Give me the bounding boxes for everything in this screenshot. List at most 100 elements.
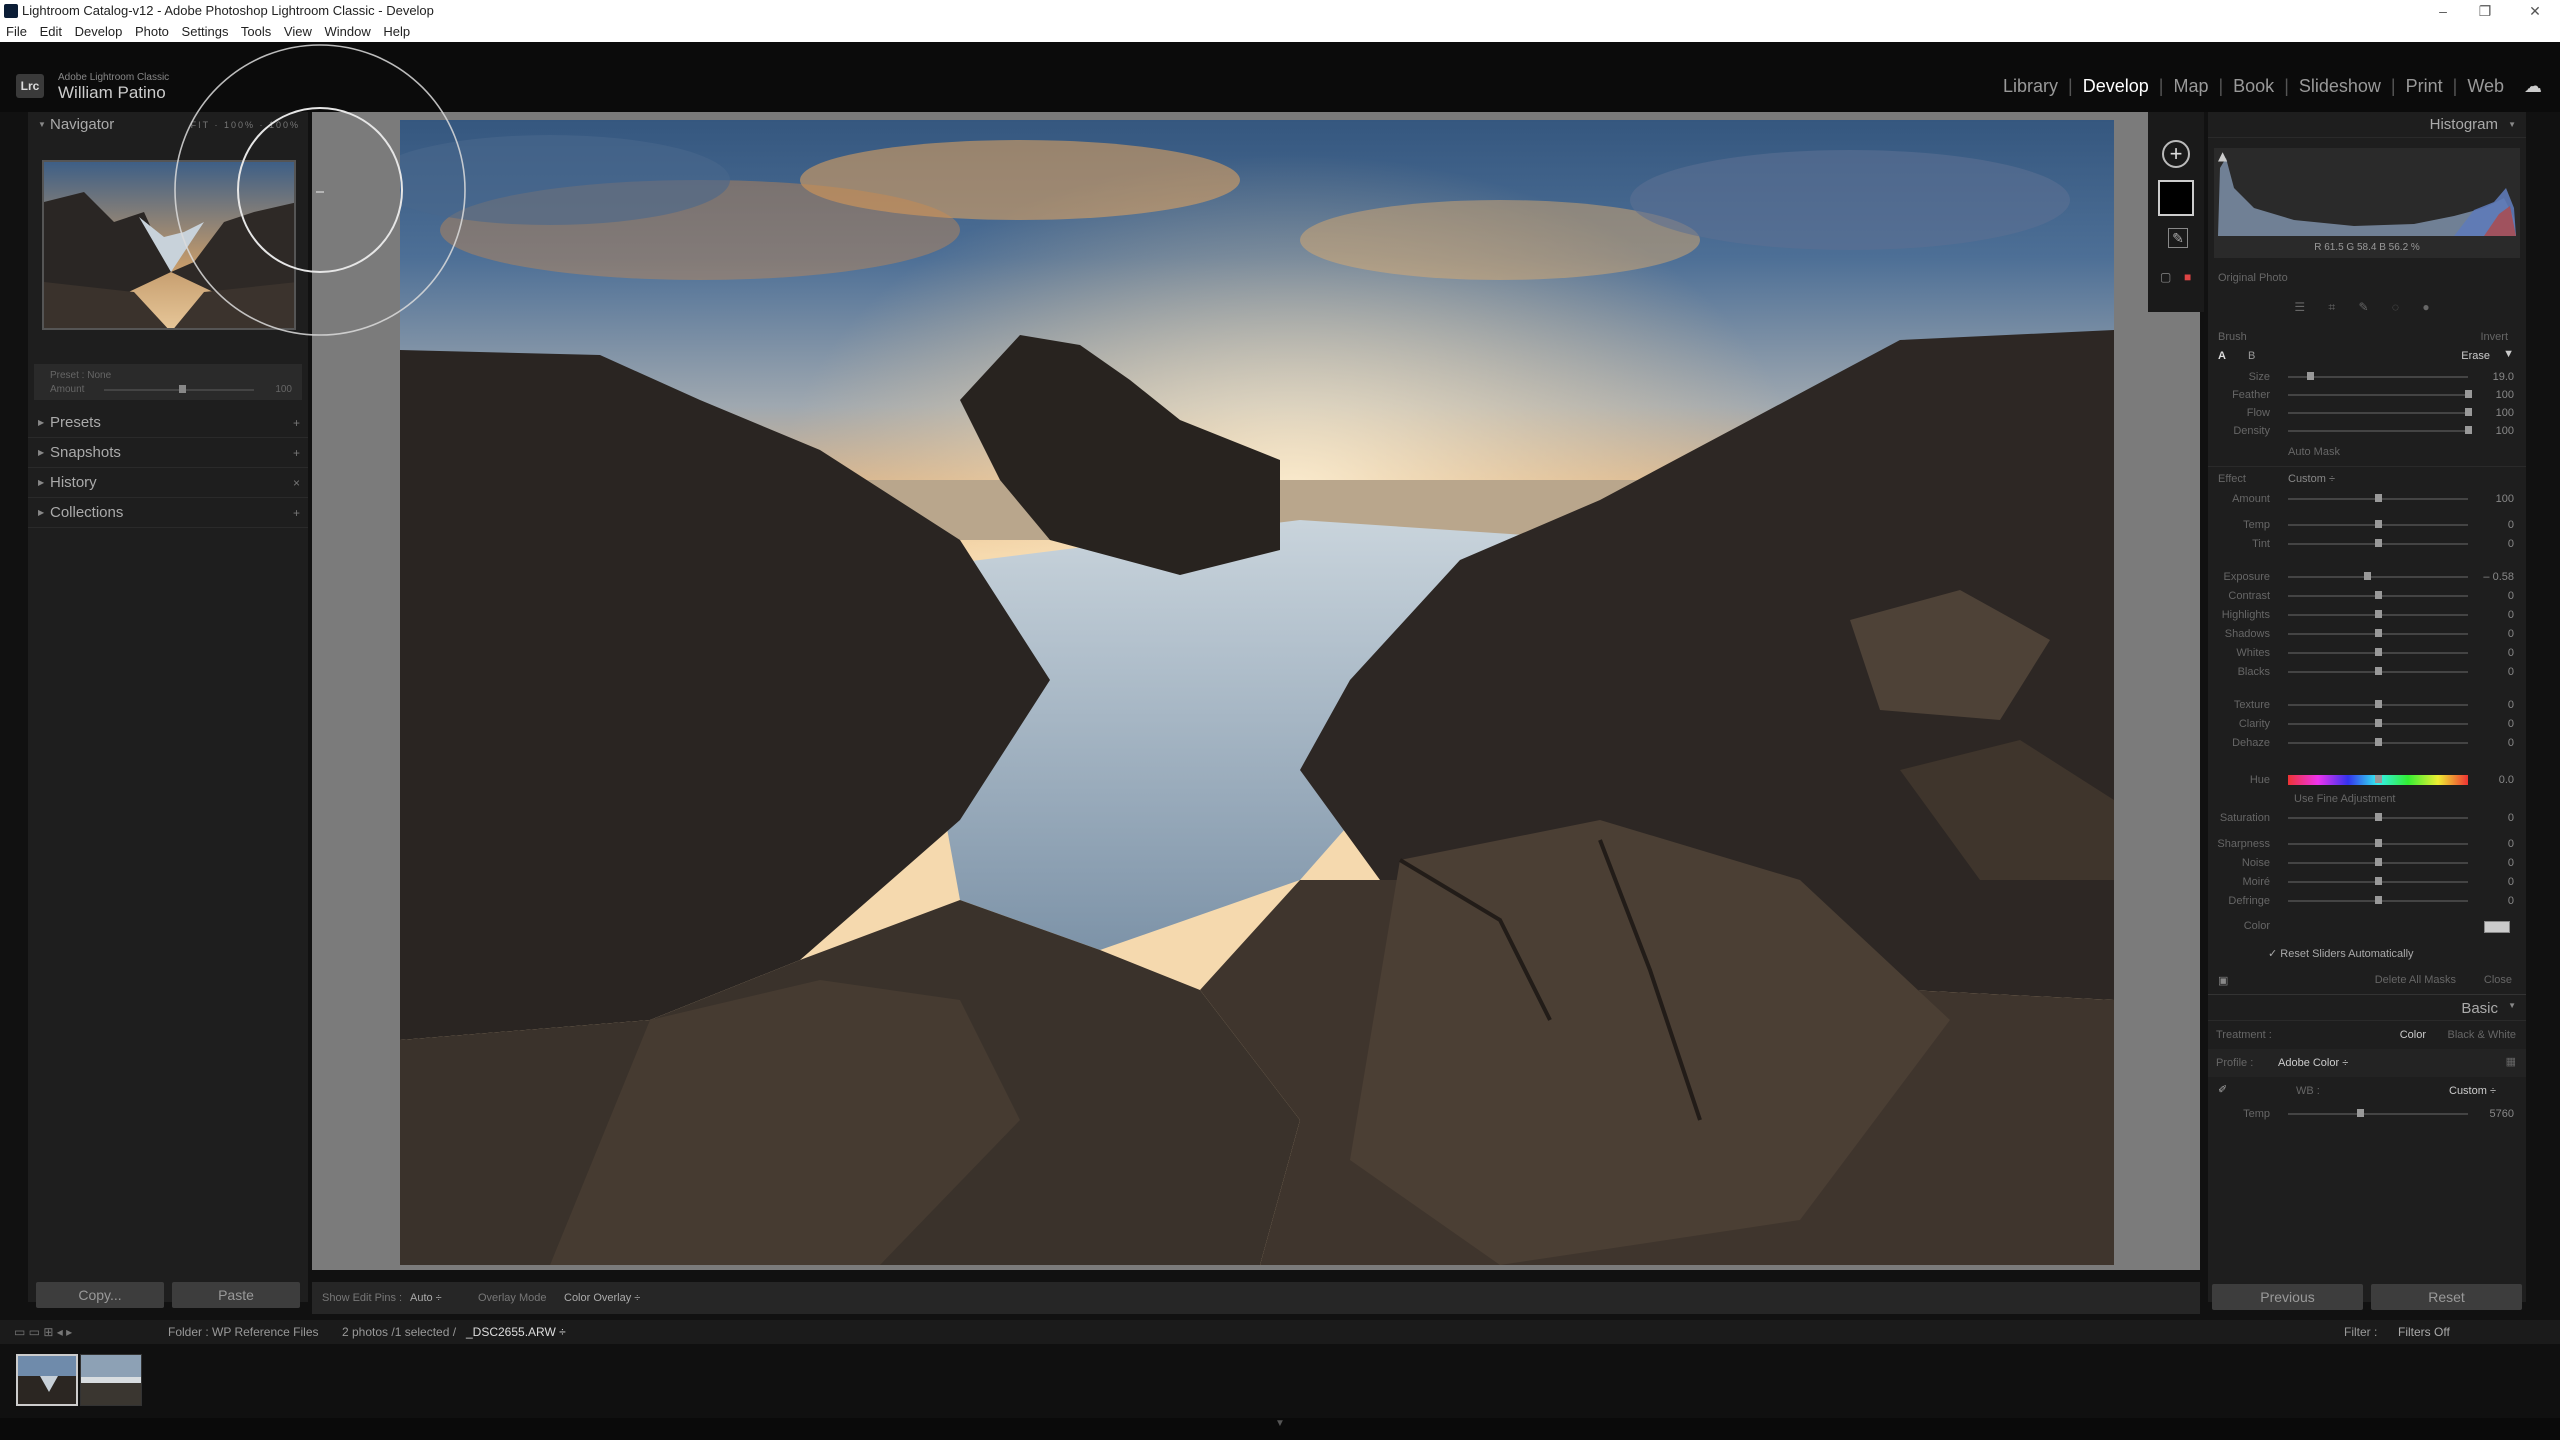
overlay-color-icon[interactable]: ■ [2184, 270, 2191, 284]
effect-hue-slider-knob[interactable] [2375, 775, 2382, 783]
tool-tabs[interactable]: ☰ ⌗ ✎ ◌ ● [2208, 300, 2526, 320]
color-swatch[interactable] [2484, 921, 2510, 933]
menu-develop[interactable]: Develop [75, 24, 123, 39]
effect-whites-slider-knob[interactable] [2375, 648, 2382, 656]
effect-clarity-value[interactable]: 0 [2508, 718, 2514, 730]
histogram-header[interactable]: Histogram ▼ [2208, 112, 2526, 138]
module-print[interactable]: Print [2396, 76, 2453, 97]
effect-temp-slider-knob[interactable] [2375, 520, 2382, 528]
overlay-toggle-icon[interactable]: ▢ [2160, 270, 2171, 284]
effect-texture-slider-knob[interactable] [2375, 700, 2382, 708]
previous-button[interactable]: Previous [2212, 1284, 2363, 1310]
effect-noise-value[interactable]: 0 [2508, 857, 2514, 869]
folder-label[interactable]: Folder : WP Reference Files [168, 1320, 319, 1344]
collections-header[interactable]: ▶ Collections + [28, 498, 308, 528]
effect-blacks-slider-knob[interactable] [2375, 667, 2382, 675]
original-photo-label[interactable]: Original Photo [2218, 272, 2288, 284]
reset-sliders-checkbox[interactable]: ✓ Reset Sliders Automatically [2268, 947, 2414, 960]
effect-sharpness-value[interactable]: 0 [2508, 838, 2514, 850]
menu-edit[interactable]: Edit [40, 24, 62, 39]
menu-photo[interactable]: Photo [135, 24, 169, 39]
wb-picker-icon[interactable]: ✐ [2218, 1083, 2227, 1096]
module-web[interactable]: Web [2457, 76, 2514, 97]
mask-overlay-icon[interactable]: ▣ [2218, 974, 2228, 987]
treatment-bw[interactable]: Black & White [2448, 1029, 2516, 1041]
brush-size-value[interactable]: 19.0 [2493, 371, 2514, 383]
cloud-icon[interactable]: ☁ [2524, 76, 2542, 97]
close-icon[interactable]: × [293, 468, 300, 498]
effect-tint-value[interactable]: 0 [2508, 538, 2514, 550]
basic-header[interactable]: Basic [2461, 1000, 2498, 1017]
brush-density-slider-knob[interactable] [2465, 426, 2472, 434]
presets-header[interactable]: ▶ Presets + [28, 408, 308, 438]
wb-select[interactable]: Custom ÷ [2449, 1085, 2496, 1097]
effect-exposure-slider-knob[interactable] [2364, 572, 2372, 580]
close-masks-button[interactable]: Close [2484, 974, 2512, 986]
navigator-header[interactable]: ▼ Navigator FIT · 100% · 100% [28, 112, 308, 138]
brush-flow-slider-knob[interactable] [2465, 408, 2472, 416]
grid-view-icon[interactable]: ▭ ▭ ⊞ ◂ ▸ [14, 1320, 72, 1344]
reset-button[interactable]: Reset [2371, 1284, 2522, 1310]
effect-amount-slider-knob[interactable] [2375, 494, 2382, 502]
filmstrip-thumb-selected[interactable] [16, 1354, 78, 1406]
erase-tab[interactable]: Erase [2461, 350, 2490, 362]
basic-temp-value[interactable]: 5760 [2490, 1108, 2514, 1120]
navigator-zoom[interactable]: FIT · 100% · 100% [191, 112, 300, 138]
restore-icon[interactable]: ❐ [2468, 0, 2502, 22]
effect-shadows-value[interactable]: 0 [2508, 628, 2514, 640]
module-develop[interactable]: Develop [2073, 76, 2159, 97]
effect-exposure-track[interactable] [2288, 576, 2468, 578]
effect-defringe-value[interactable]: 0 [2508, 895, 2514, 907]
loupe-view[interactable] [312, 112, 2200, 1270]
brush-flow-value[interactable]: 100 [2496, 407, 2514, 419]
effect-exposure-value[interactable]: – 0.58 [2483, 571, 2514, 583]
effect-moir-value[interactable]: 0 [2508, 876, 2514, 888]
module-slideshow[interactable]: Slideshow [2289, 76, 2391, 97]
effect-sharpness-slider-knob[interactable] [2375, 839, 2382, 847]
add-mask-button[interactable]: + [2162, 140, 2190, 168]
plus-icon[interactable]: + [293, 408, 300, 438]
effect-tint-slider-knob[interactable] [2375, 539, 2382, 547]
module-library[interactable]: Library [1993, 76, 2068, 97]
effect-hue-value[interactable]: 0.0 [2499, 774, 2514, 786]
effect-amount-value[interactable]: 100 [2496, 493, 2514, 505]
effect-highlights-value[interactable]: 0 [2508, 609, 2514, 621]
main-photo[interactable] [400, 120, 2114, 1265]
menu-file[interactable]: File [6, 24, 27, 39]
effect-temp-value[interactable]: 0 [2508, 519, 2514, 531]
menu-settings[interactable]: Settings [182, 24, 229, 39]
use-fine-adjustment-checkbox[interactable]: Use Fine Adjustment [2294, 793, 2396, 805]
menu-window[interactable]: Window [324, 24, 370, 39]
brush-size-slider-knob[interactable] [2306, 372, 2314, 380]
treatment-color[interactable]: Color [2400, 1029, 2426, 1041]
brush-density-track[interactable] [2288, 430, 2468, 432]
effect-texture-value[interactable]: 0 [2508, 699, 2514, 711]
effect-dehaze-slider-knob[interactable] [2375, 738, 2382, 746]
filename-select[interactable]: _DSC2655.ARW ÷ [466, 1320, 566, 1344]
basic-temp-slider-knob[interactable] [2357, 1109, 2364, 1117]
effect-dehaze-value[interactable]: 0 [2508, 737, 2514, 749]
profile-select[interactable]: Adobe Color ÷ [2278, 1057, 2348, 1069]
brush-flow-track[interactable] [2288, 412, 2468, 414]
effect-contrast-slider-knob[interactable] [2375, 591, 2382, 599]
profile-browser-icon[interactable]: ▦ [2506, 1055, 2516, 1068]
paste-button[interactable]: Paste [172, 1282, 300, 1308]
copy-button[interactable]: Copy... [36, 1282, 164, 1308]
mask-thumbnail[interactable] [2158, 180, 2194, 216]
brush-a-tab[interactable]: A [2218, 350, 2226, 362]
effect-shadows-slider-knob[interactable] [2375, 629, 2382, 637]
auto-mask-checkbox[interactable]: Auto Mask [2288, 446, 2340, 458]
brush-feather-value[interactable]: 100 [2496, 389, 2514, 401]
brush-icon[interactable]: ✎ [2168, 228, 2188, 248]
chevron-down-icon[interactable]: ▼ [1275, 1418, 1285, 1429]
module-book[interactable]: Book [2223, 76, 2284, 97]
effect-contrast-value[interactable]: 0 [2508, 590, 2514, 602]
menu-help[interactable]: Help [383, 24, 410, 39]
effect-saturation-slider-knob[interactable] [2375, 813, 2382, 821]
effect-preset-select[interactable]: Custom ÷ [2288, 473, 2335, 485]
delete-all-masks-button[interactable]: Delete All Masks [2375, 974, 2456, 986]
effect-noise-slider-knob[interactable] [2375, 858, 2382, 866]
menu-view[interactable]: View [284, 24, 312, 39]
brush-size-track[interactable] [2288, 376, 2468, 378]
overlay-mode-select[interactable]: Color Overlay ÷ [564, 1282, 640, 1314]
